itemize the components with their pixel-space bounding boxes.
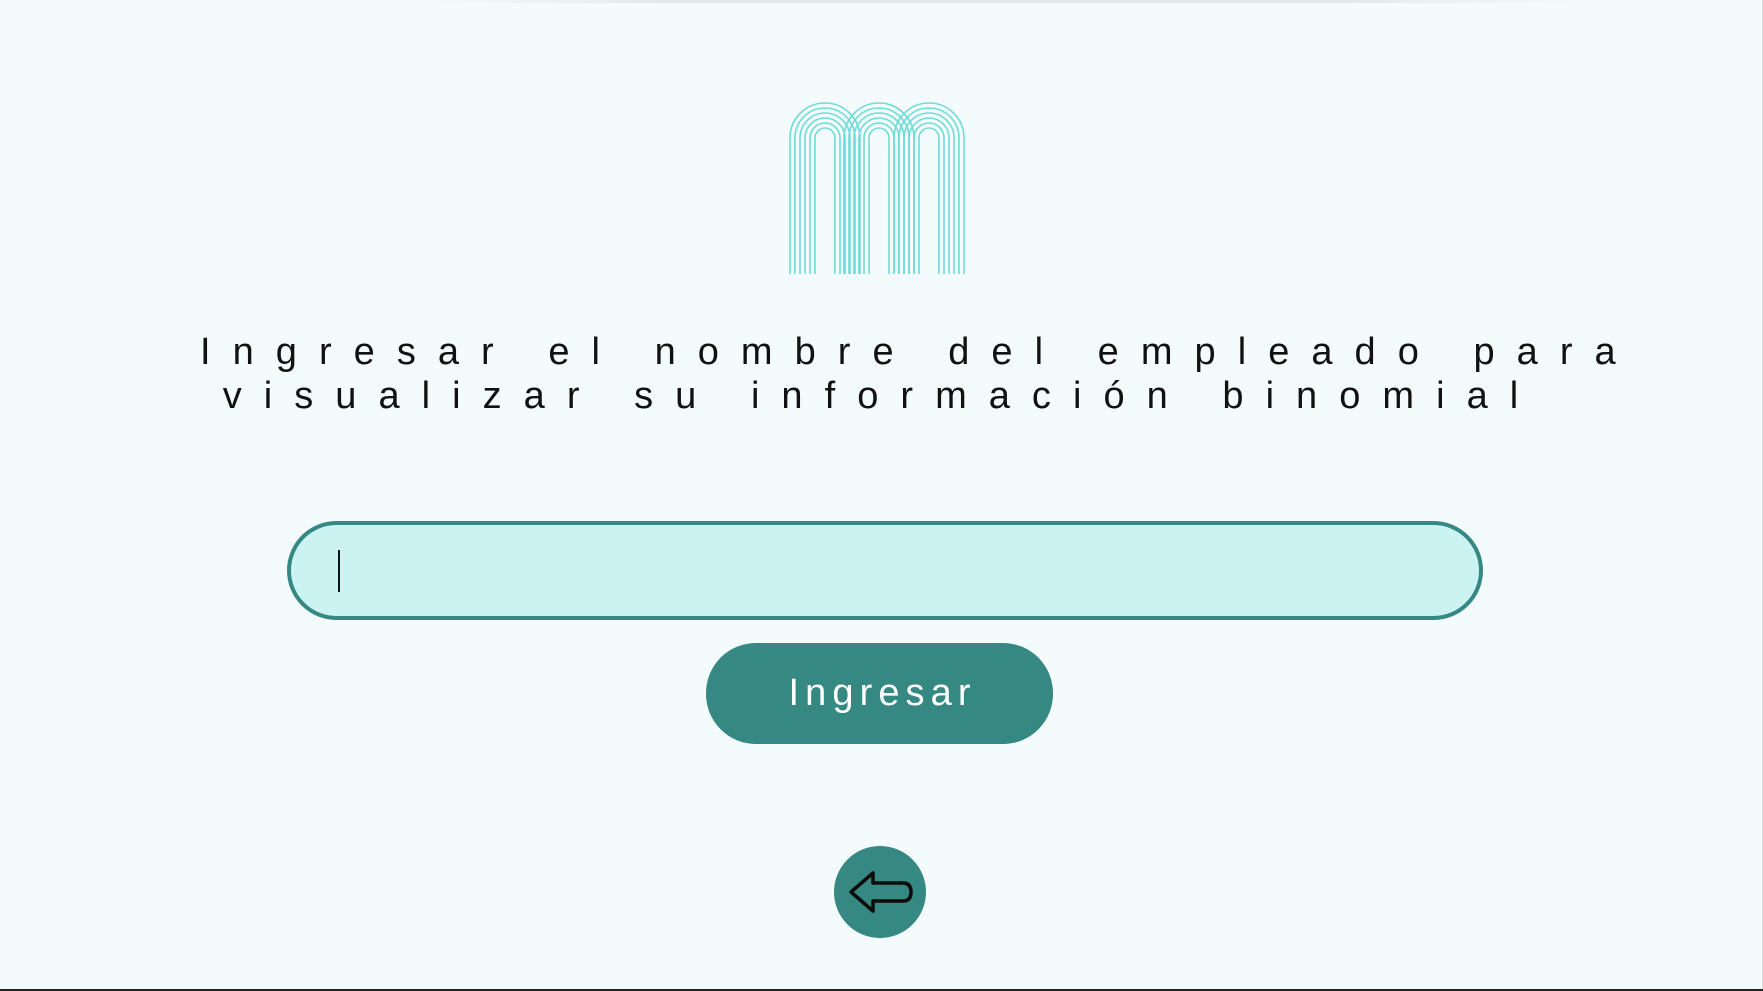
instruction-line-2: visualizar su información binomial [222, 375, 1541, 417]
instruction-line-1: Ingresar el nombre del empleado para [200, 331, 1638, 373]
submit-button[interactable]: Ingresar [706, 643, 1053, 744]
back-button[interactable] [834, 846, 926, 938]
text-caret [338, 550, 340, 592]
instruction-heading: Ingresar el nombre del empleado para vis… [200, 330, 1638, 418]
employee-name-field[interactable] [287, 521, 1483, 620]
employee-name-input[interactable] [335, 525, 1435, 616]
app-window: Ingresar el nombre del empleado para vis… [0, 0, 1763, 991]
arrow-left-icon [849, 871, 913, 913]
top-shadow [430, 0, 1580, 3]
logo-icon [789, 102, 965, 274]
